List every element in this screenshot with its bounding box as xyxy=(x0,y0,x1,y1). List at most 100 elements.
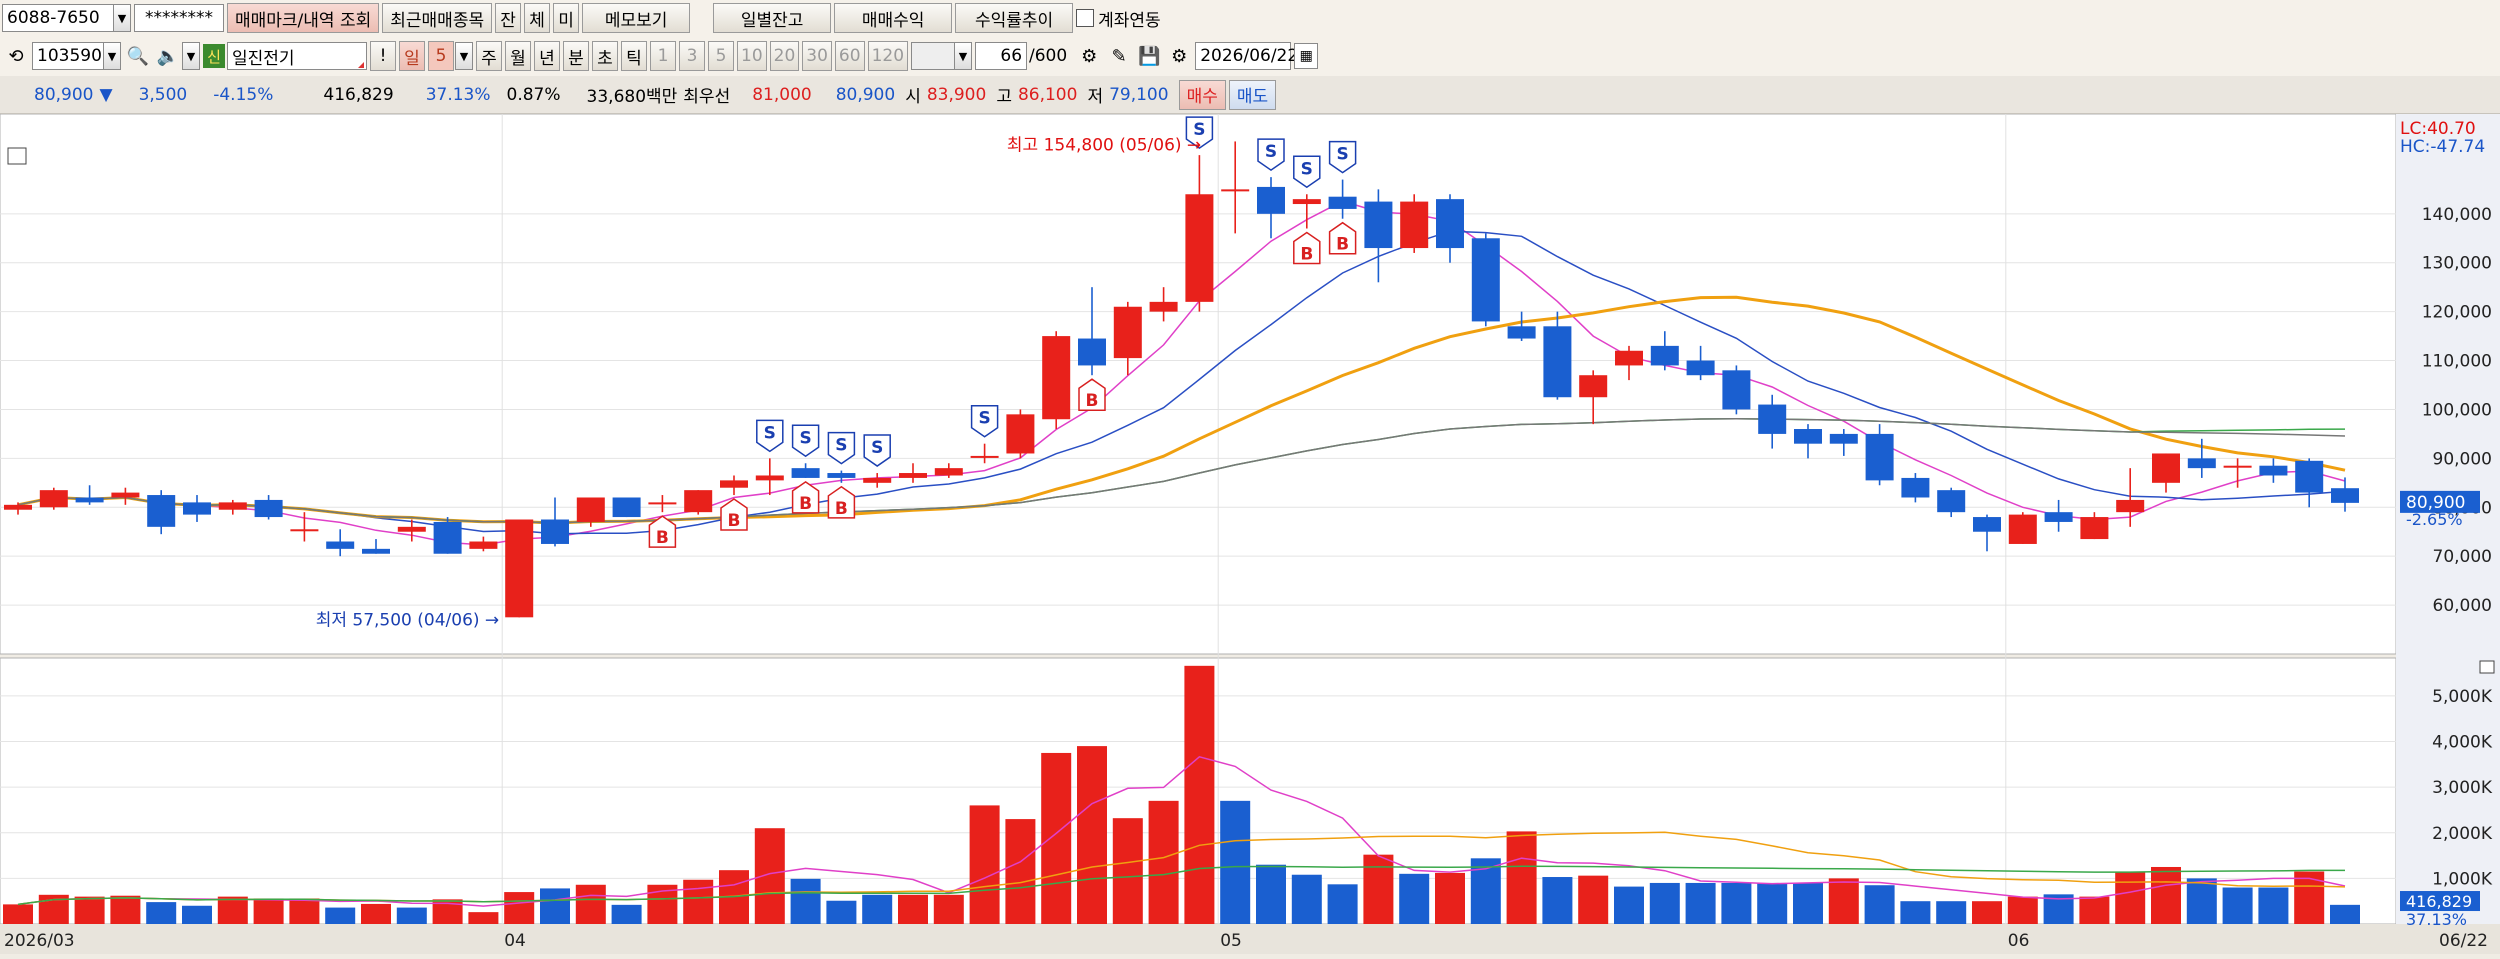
last-volume-pct-label: 37.13% xyxy=(2406,910,2467,929)
candle-body xyxy=(720,480,748,488)
candle-body xyxy=(39,490,68,508)
volume-bar xyxy=(325,907,356,924)
interval-60-button[interactable]: 60 xyxy=(834,41,865,71)
volume-tick-label: 2,000K xyxy=(2432,824,2493,844)
volume-bar xyxy=(1828,878,1859,924)
turnover-percent: 0.87% xyxy=(506,84,561,105)
candle-body xyxy=(1006,414,1035,454)
volume-bar xyxy=(826,900,857,924)
volume-bar xyxy=(2258,887,2289,924)
trade-profit-button[interactable]: 매매수익 xyxy=(834,3,953,33)
candle-body xyxy=(1650,345,1679,366)
volume-bar xyxy=(1757,882,1788,924)
interval-3-button[interactable]: 3 xyxy=(679,41,705,71)
buy-button[interactable]: 매수 xyxy=(1178,79,1226,110)
volume-bar xyxy=(1972,901,2002,924)
stock-code-field[interactable]: 103590 xyxy=(32,42,104,70)
speaker-icon[interactable]: 🔈 xyxy=(154,42,182,70)
volume-bar xyxy=(3,904,33,924)
alert-button[interactable]: ! xyxy=(370,41,396,71)
interval-custom-field[interactable] xyxy=(911,42,956,70)
volume-tick-label: 1,000K xyxy=(2432,869,2493,889)
candle-body xyxy=(1937,490,1966,513)
password-field[interactable]: ******** xyxy=(134,4,224,32)
interval-1-button[interactable]: 1 xyxy=(650,41,676,71)
rotate-icon[interactable]: ⟲ xyxy=(2,42,30,70)
volume-bar xyxy=(146,902,177,924)
volume-bar xyxy=(1327,884,1358,924)
calendar-icon[interactable]: ▦ xyxy=(1294,43,1319,69)
candle-body xyxy=(1901,477,1930,498)
candle-body xyxy=(433,521,462,554)
candle-body xyxy=(1436,199,1464,249)
daily-balance-button[interactable]: 일별잔고 xyxy=(713,3,832,33)
volume-bar xyxy=(2115,871,2146,924)
jan-button[interactable]: 잔 xyxy=(495,3,522,33)
volume-bar xyxy=(289,898,320,924)
sell-button[interactable]: 매도 xyxy=(1228,79,1277,110)
period-second-button[interactable]: 초 xyxy=(592,41,618,71)
trade-amount: 33,680백만 xyxy=(586,87,678,107)
che-button[interactable]: 체 xyxy=(524,3,551,33)
sell-mark-label: S xyxy=(1265,142,1277,162)
period-minute-button[interactable]: 분 xyxy=(563,41,589,71)
bar-count-field[interactable]: 66 xyxy=(975,42,1028,70)
candle-body xyxy=(1185,194,1214,302)
period-dropdown-icon[interactable]: ▼ xyxy=(455,42,473,70)
quote-bar: 80,900 ▼ 3,500 -4.15% 416,829 37.13% 0.8… xyxy=(0,76,2500,114)
buy-mark-label: B xyxy=(1336,235,1349,255)
trade-marks-button[interactable]: 매매마크/내역 조회 xyxy=(227,3,380,33)
period-day-button[interactable]: 일 xyxy=(399,41,425,71)
interval-20-button[interactable]: 20 xyxy=(769,41,800,71)
last-pct-label: -2.65% xyxy=(2406,510,2463,529)
volume-bar xyxy=(540,888,570,924)
current-price: 80,900 xyxy=(34,84,94,105)
search-icon[interactable]: 🔍 xyxy=(124,42,152,70)
period-number-field[interactable]: 5 xyxy=(428,41,454,71)
stock-chart[interactable]: 140,000 130,000 120,000 110,000 100,000 90,00… xyxy=(0,113,2500,954)
memo-button[interactable]: 메모보기 xyxy=(582,3,691,33)
stock-name-field[interactable]: 일진전기 xyxy=(227,42,367,70)
price-tick-label: 100,000 xyxy=(2422,400,2492,420)
interval-10-button[interactable]: 10 xyxy=(737,41,767,71)
candle-body xyxy=(1078,338,1106,366)
period-month-button[interactable]: 월 xyxy=(505,41,531,71)
save-icon[interactable]: 💾 xyxy=(1135,42,1163,70)
candle-body xyxy=(2187,458,2216,469)
period-week-button[interactable]: 주 xyxy=(476,41,502,71)
settings-icon[interactable]: ⚙ xyxy=(1165,42,1193,70)
x-axis-label: 04 xyxy=(504,931,526,951)
stock-code-dropdown-icon[interactable]: ▼ xyxy=(103,42,121,70)
volume-tick-label: 4,000K xyxy=(2432,733,2493,753)
chart-area[interactable]: 140,000 130,000 120,000 110,000 100,000 90,00… xyxy=(0,113,2500,954)
volume-bar xyxy=(1578,875,1609,924)
candle-body xyxy=(2008,514,2037,544)
account-number: 6088-7650 xyxy=(7,8,100,28)
period-tick-button[interactable]: 틱 xyxy=(621,41,647,71)
volume-bar xyxy=(74,896,105,924)
change-percent: -4.15% xyxy=(213,84,274,105)
interval-120-button[interactable]: 120 xyxy=(867,41,909,71)
interval-5-button[interactable]: 5 xyxy=(708,41,734,71)
draw-tool-icon[interactable]: ✎ xyxy=(1105,42,1133,70)
date-field[interactable]: 2026/06/22 xyxy=(1195,42,1298,70)
volume-bar xyxy=(1542,877,1573,924)
recent-items-button[interactable]: 최근매매종목 xyxy=(382,3,493,33)
period-year-button[interactable]: 년 xyxy=(534,41,560,71)
high-label: 고 xyxy=(996,87,1012,107)
interval-dropdown-icon[interactable]: ▼ xyxy=(954,42,973,70)
interval-30-button[interactable]: 30 xyxy=(802,41,832,71)
chart-tools-icon[interactable]: ⚙ xyxy=(1075,42,1103,70)
account-link-checkbox[interactable] xyxy=(1076,9,1095,27)
price-tick-label: 70,000 xyxy=(2433,547,2492,567)
mi-button[interactable]: 미 xyxy=(553,3,580,33)
account-dropdown-icon[interactable]: ▼ xyxy=(113,4,131,32)
best-quote-label: 최우선 xyxy=(683,87,731,107)
volume-tick-label: 3,000K xyxy=(2432,778,2493,798)
table-view-icon xyxy=(7,147,27,165)
volume-bar xyxy=(2151,866,2181,924)
speaker-dropdown-icon[interactable]: ▼ xyxy=(182,42,200,70)
volume-bar xyxy=(1936,901,1967,924)
return-trend-button[interactable]: 수익률추이 xyxy=(955,3,1074,33)
account-select[interactable]: 6088-7650 xyxy=(2,4,114,32)
